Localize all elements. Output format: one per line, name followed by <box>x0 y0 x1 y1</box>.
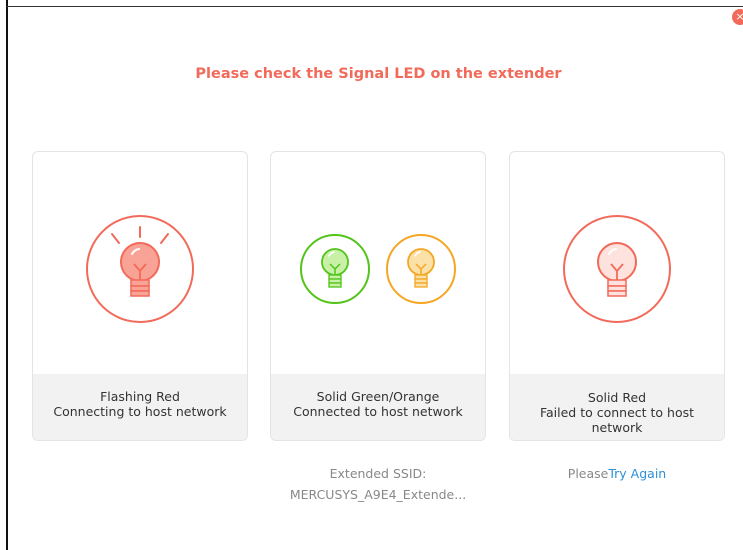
ssid-info: Extended SSID: MERCUSYS_A9E4_Extende... <box>270 463 486 505</box>
state-label: Flashing Red <box>100 389 180 404</box>
close-icon: × <box>735 10 743 23</box>
card-flashing-red: Flashing Red Connecting to host network <box>32 151 248 441</box>
orange-bulb-icon <box>386 234 456 304</box>
state-label: Solid Green/Orange <box>316 389 440 404</box>
flashing-red-bulb-icon <box>86 215 194 323</box>
ssid-value: MERCUSYS_A9E4_Extende... <box>289 487 467 502</box>
try-again-link[interactable]: Try Again <box>608 466 666 481</box>
card-solid-red: Solid Red Failed to connect to host netw… <box>509 151 725 441</box>
green-bulb-icon <box>300 234 370 304</box>
retry-prompt: PleaseTry Again <box>509 463 725 484</box>
window-top-border <box>6 6 743 7</box>
card-caption: Solid Red Failed to connect to host netw… <box>510 374 724 440</box>
close-button[interactable]: × <box>732 9 743 25</box>
state-description: Connected to host network <box>293 404 463 419</box>
card-caption: Solid Green/Orange Connected to host net… <box>271 374 485 440</box>
state-description: Connecting to host network <box>53 404 227 419</box>
window-left-border <box>6 0 8 550</box>
state-description-line2: network <box>591 420 643 435</box>
card-caption: Flashing Red Connecting to host network <box>33 374 247 440</box>
solid-red-bulb-icon <box>563 215 671 323</box>
green-orange-bulb-icons <box>300 234 456 304</box>
dialog-title: Please check the Signal LED on the exten… <box>195 66 562 82</box>
state-label: Solid Red <box>587 390 647 405</box>
ssid-label: Extended SSID: <box>329 466 427 481</box>
card-solid-green-orange: Solid Green/Orange Connected to host net… <box>270 151 486 441</box>
state-description-line1: Failed to connect to host <box>539 405 695 420</box>
retry-prefix: Please <box>567 466 609 481</box>
